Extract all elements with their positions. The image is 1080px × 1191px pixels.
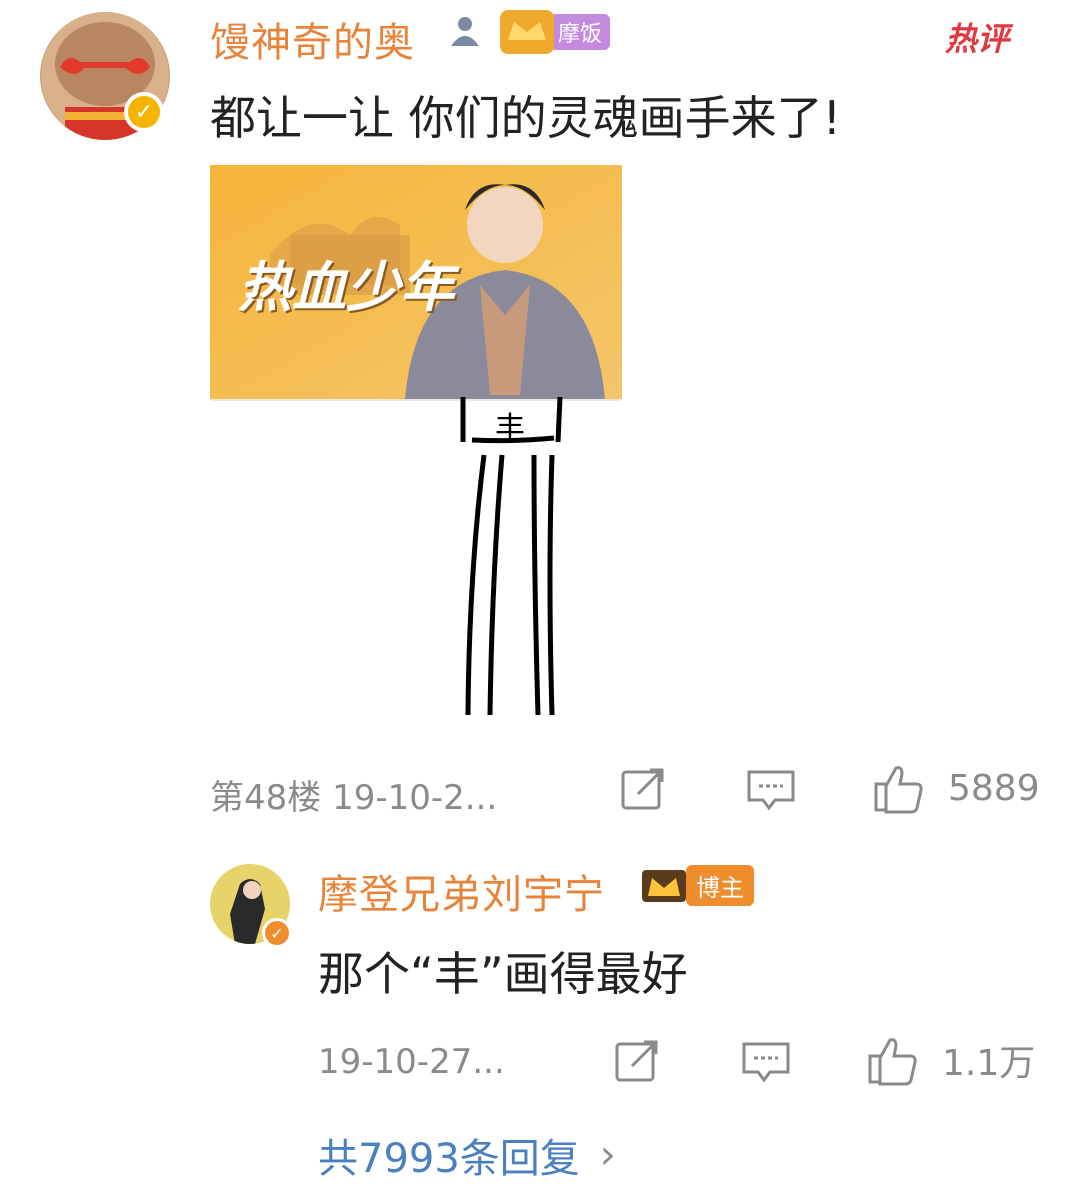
comment-text: 都让一让 你们的灵魂画手来了!	[210, 91, 842, 145]
comment-floor-time: 第48楼 19-10-2...	[210, 778, 498, 818]
like-count: 5889	[948, 767, 1040, 809]
share-icon	[615, 1040, 658, 1082]
commenter-username[interactable]: 馒神奇的奥	[210, 10, 415, 68]
crown-icon	[642, 870, 686, 902]
crown-icon	[500, 10, 554, 54]
reply-time: 19-10-27...	[318, 1042, 505, 1082]
blogger-badge-label: 博主	[686, 864, 754, 906]
fan-level-icon	[445, 12, 485, 56]
reply-like-button[interactable]: 1.1万	[866, 1034, 1035, 1086]
thumbs-up-icon	[868, 1038, 917, 1086]
hot-comment-label: 热评	[945, 20, 1010, 58]
comment-icon	[742, 1042, 790, 1083]
share-button[interactable]	[618, 764, 668, 818]
fan-group-badge: 摩饭	[500, 10, 611, 54]
blogger-badge: 博主	[640, 864, 754, 906]
verified-badge: ✓	[124, 92, 164, 132]
sign-char: 丰	[495, 411, 525, 446]
more-replies-label: 共7993条回复	[318, 1136, 580, 1182]
reply-username[interactable]: 摩登兄弟刘宇宁	[318, 862, 605, 920]
reply-like-count: 1.1万	[942, 1043, 1036, 1084]
reply-share-button[interactable]	[612, 1036, 662, 1090]
chevron-right-icon: ›	[599, 1132, 616, 1178]
share-icon	[621, 768, 664, 810]
comment-icon	[747, 770, 795, 811]
reply-button[interactable]	[745, 764, 797, 818]
fan-badge-label: 摩饭	[550, 14, 611, 50]
stick-drawing	[460, 396, 563, 716]
reply-verified-badge: ✓	[262, 918, 292, 948]
thumbs-up-icon	[874, 766, 923, 814]
reply-reply-button[interactable]	[740, 1036, 792, 1090]
like-button[interactable]: 5889	[872, 762, 1040, 814]
reply-text: 那个“丰”画得最好	[318, 947, 688, 1001]
comment-image[interactable]: 热血少年 丰	[210, 165, 622, 720]
more-replies-link[interactable]: 共7993条回复 ›	[318, 1126, 616, 1184]
